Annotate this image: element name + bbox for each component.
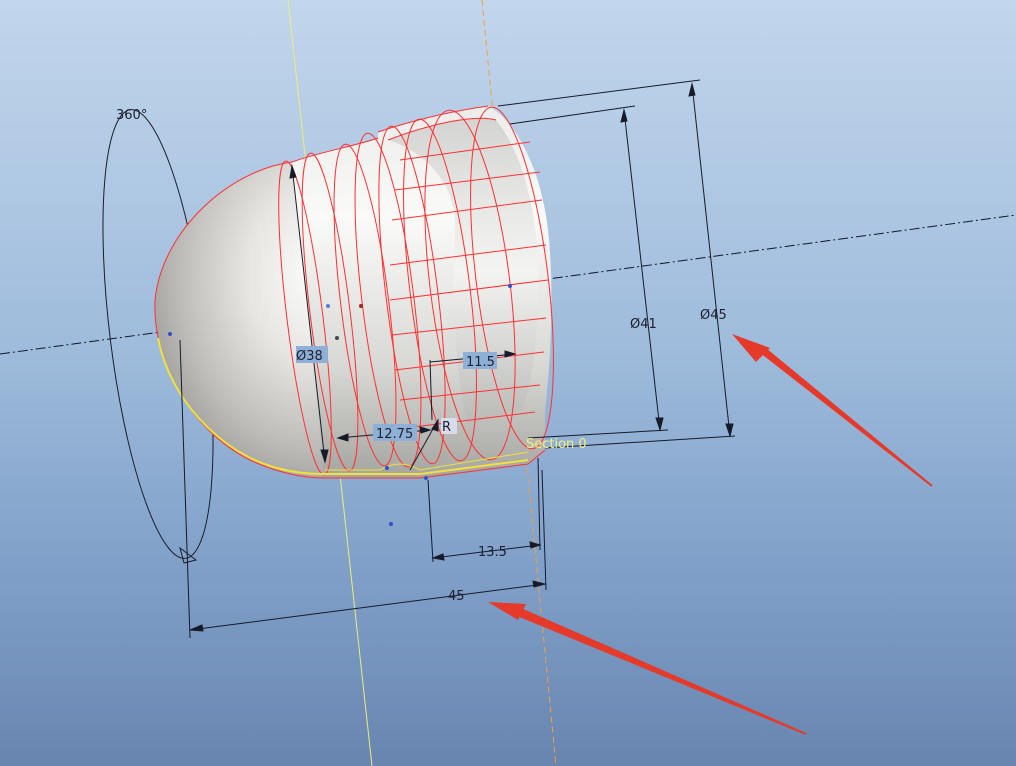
dim-diameter-41[interactable]: Ø41 <box>630 317 657 332</box>
annotation-arrow-diameter-head <box>732 334 770 362</box>
annotation-arrow-diameter <box>756 344 933 487</box>
dim-length-11-5[interactable]: 11.5 <box>466 355 495 370</box>
dim-radius[interactable]: R <box>442 420 451 435</box>
model-canvas[interactable]: 360° Ø41 Ø45 Ø38 11.5 12.75 R 13.5 45 Se… <box>0 0 1016 766</box>
revolve-angle-arrowhead <box>179 546 198 564</box>
annotation-arrow-length <box>508 604 807 735</box>
dim-revolve-angle[interactable]: 360° <box>116 108 147 123</box>
section-label[interactable]: Section 0 <box>526 437 587 452</box>
dim-length-45[interactable]: 45 <box>448 589 465 604</box>
dim-length-13-5[interactable]: 13.5 <box>478 545 507 560</box>
dim-length-12-75[interactable]: 12.75 <box>376 427 413 442</box>
graphics-viewport[interactable]: 360° Ø41 Ø45 Ø38 11.5 12.75 R 13.5 45 Se… <box>0 0 1016 766</box>
dim-diameter-45[interactable]: Ø45 <box>700 308 727 323</box>
dim-diameter-38[interactable]: Ø38 <box>296 349 323 364</box>
acorn-cap-model[interactable] <box>154 103 569 479</box>
annotation-arrows <box>488 334 933 735</box>
